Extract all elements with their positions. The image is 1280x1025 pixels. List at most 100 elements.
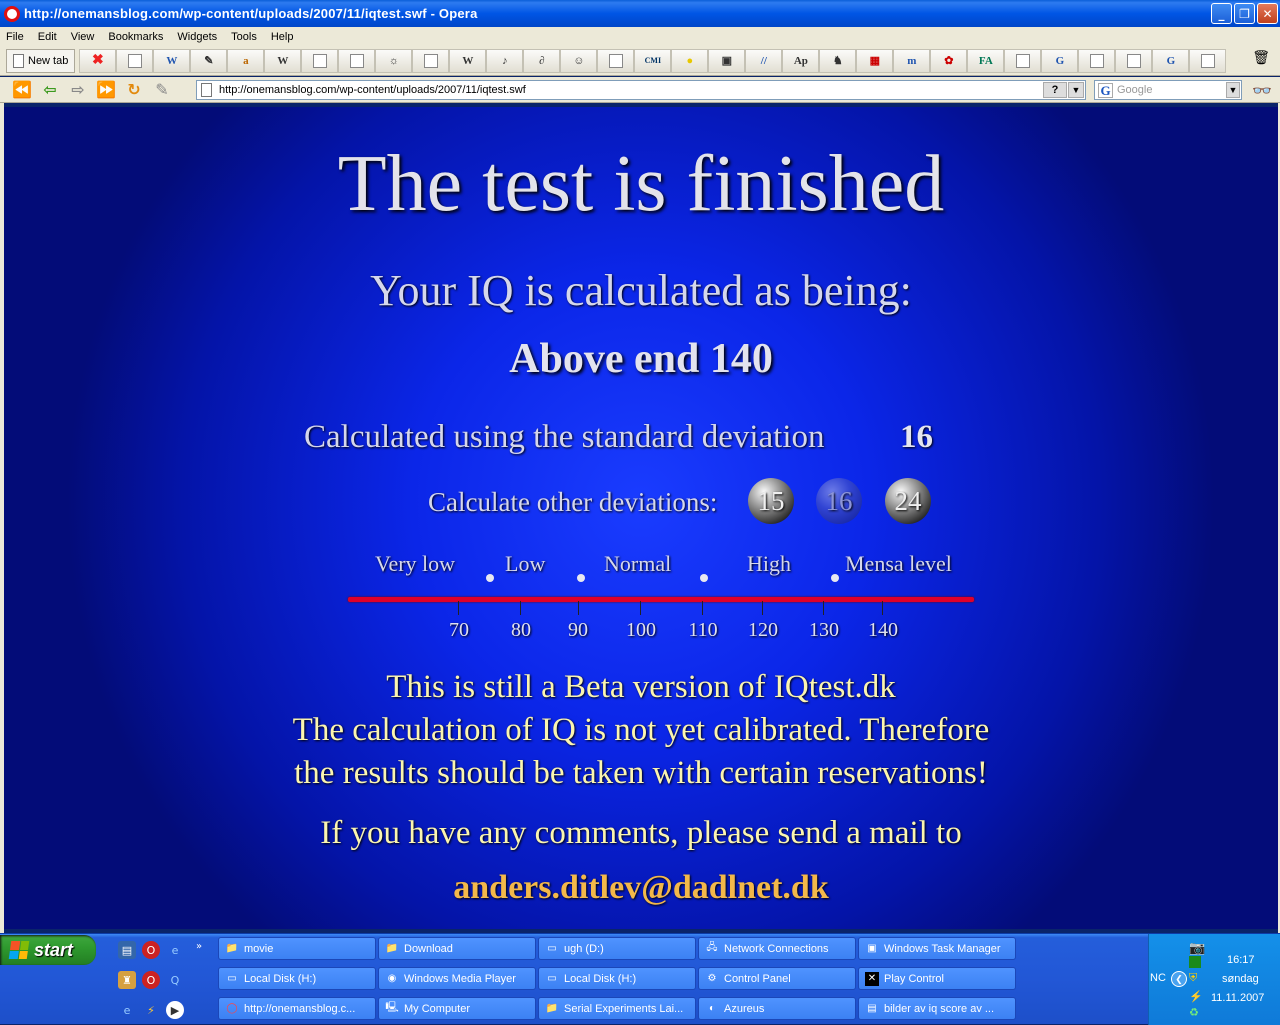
tick-label: 90 <box>568 619 588 641</box>
tray-shield-icon[interactable]: ⛨ <box>1189 972 1197 985</box>
restore-button[interactable]: ❐ <box>1234 3 1255 24</box>
tab[interactable]: ∂ <box>523 48 561 73</box>
menu-bookmarks[interactable]: Bookmarks <box>108 31 163 43</box>
tab[interactable]: ♪ <box>486 48 524 73</box>
title-bar: http://onemansblog.com/wp-content/upload… <box>0 0 1280 27</box>
taskbar-button[interactable]: ▭ Local Disk (H:) <box>538 967 696 990</box>
taskbar-button[interactable]: ▭ Local Disk (H:) <box>218 967 376 990</box>
edit-icon[interactable]: ✎ <box>148 79 176 101</box>
tab[interactable]: ♞ <box>819 48 857 73</box>
reload-icon[interactable]: ↻ <box>120 79 148 101</box>
quicklaunch-ie-icon[interactable]: e <box>118 1001 136 1019</box>
taskbar-button[interactable]: 📁 movie <box>218 937 376 960</box>
quicklaunch-opera-icon[interactable]: O <box>142 971 160 989</box>
tab[interactable]: W <box>153 48 191 73</box>
quicklaunch-app-icon[interactable]: ♜ <box>118 971 136 989</box>
taskbar-button[interactable]: ◐ Azureus <box>698 997 856 1020</box>
tab[interactable]: ▦ <box>856 48 894 73</box>
tab[interactable]: ● <box>671 48 709 73</box>
tab[interactable]: ☼ <box>375 48 413 73</box>
tab[interactable]: CMI <box>634 48 672 73</box>
quicklaunch-ie-icon[interactable]: e <box>166 941 184 959</box>
tab[interactable] <box>597 48 635 73</box>
tray-update-icon[interactable]: ♻ <box>1189 1006 1199 1019</box>
taskbar-button[interactable]: 📁 Serial Experiments Lai... <box>538 997 696 1020</box>
tab[interactable]: // <box>745 48 783 73</box>
rewind-icon[interactable]: ⏪ <box>8 79 36 101</box>
tab[interactable]: ✿ <box>930 48 968 73</box>
task-label: bilder av iq score av ... <box>884 1002 995 1015</box>
tab[interactable] <box>412 48 450 73</box>
quicklaunch-desktop-icon[interactable]: ▤ <box>118 941 136 959</box>
tab[interactable] <box>301 48 339 73</box>
menu-help[interactable]: Help <box>271 31 294 43</box>
menu-tools[interactable]: Tools <box>231 31 257 43</box>
menu-edit[interactable]: Edit <box>38 31 57 43</box>
taskbar-button[interactable]: ⚙ Control Panel <box>698 967 856 990</box>
tab-active[interactable]: ✖ <box>79 48 117 73</box>
tab[interactable] <box>1115 48 1153 73</box>
taskbar-button[interactable]: ✕ Play Control <box>858 967 1016 990</box>
minimize-button[interactable]: _ <box>1211 3 1232 24</box>
tab[interactable] <box>116 48 154 73</box>
tab[interactable]: ☺ <box>560 48 598 73</box>
taskbar-button[interactable]: ◯ http://onemansblog.c... <box>218 997 376 1020</box>
tab[interactable]: G <box>1041 48 1079 73</box>
taskbar-button[interactable]: ▣ Windows Task Manager <box>858 937 1016 960</box>
tab[interactable]: a <box>227 48 265 73</box>
back-icon[interactable]: ⇦ <box>36 79 64 101</box>
forward-icon[interactable]: ⇨ <box>64 79 92 101</box>
search-field[interactable]: G Google ▼ <box>1094 80 1242 100</box>
tray-expand-icon[interactable]: ❮ <box>1171 971 1187 987</box>
tab[interactable] <box>1078 48 1116 73</box>
start-button[interactable]: start <box>0 935 96 965</box>
menu-view[interactable]: View <box>71 31 95 43</box>
quicklaunch-search-icon[interactable]: Q <box>166 971 184 989</box>
tab[interactable]: m <box>893 48 931 73</box>
quicklaunch-media-icon[interactable]: ▶ <box>166 1001 184 1019</box>
tab[interactable]: ✎ <box>190 48 228 73</box>
result-intro: Your IQ is calculated as being: <box>370 266 912 315</box>
trash-icon[interactable]: 🗑 <box>1252 50 1270 66</box>
deviation-15-button[interactable]: 15 <box>748 478 794 524</box>
tab[interactable]: ▣ <box>708 48 746 73</box>
taskbar-button[interactable]: 🖳 My Computer <box>378 997 536 1020</box>
search-dropdown-icon[interactable]: ▼ <box>1226 82 1240 98</box>
taskbar-button[interactable]: 🖧 Network Connections <box>698 937 856 960</box>
tray-camera-icon[interactable]: 📷 <box>1189 940 1205 956</box>
tab[interactable]: G <box>1152 48 1190 73</box>
address-dropdown-icon[interactable]: ▼ <box>1068 82 1084 98</box>
opera-logo-icon <box>4 5 20 22</box>
tab[interactable] <box>1189 48 1227 73</box>
tab[interactable]: FA <box>967 48 1005 73</box>
beta-notice-line3: the results should be taken with certain… <box>294 755 988 791</box>
fast-forward-icon[interactable]: ⏩ <box>92 79 120 101</box>
tray-network-icon[interactable]: ⚡ <box>1189 990 1203 1003</box>
contact-email-link[interactable]: anders.ditlev@dadlnet.dk <box>4 869 1278 907</box>
site-info-button[interactable]: ? <box>1043 82 1067 98</box>
taskbar: start ▤ O e » ♜ O Q e ⚡ ▶ 📁 movie 📁 Downlo… <box>0 933 1280 1025</box>
tab[interactable]: Ap <box>782 48 820 73</box>
quicklaunch-more-icon[interactable]: » <box>190 937 208 955</box>
tab[interactable] <box>338 48 376 73</box>
address-bar[interactable]: http://onemansblog.com/wp-content/upload… <box>196 80 1086 100</box>
new-tab-button[interactable]: New tab <box>6 48 76 73</box>
deviation-24-button[interactable]: 24 <box>885 478 931 524</box>
quicklaunch-app-icon[interactable]: ⚡ <box>142 1001 160 1019</box>
tab[interactable]: W <box>449 48 487 73</box>
deviation-16-button[interactable]: 16 <box>816 478 862 524</box>
tab[interactable]: W <box>264 48 302 73</box>
taskbar-button[interactable]: ▭ ugh (D:) <box>538 937 696 960</box>
tab[interactable] <box>1004 48 1042 73</box>
taskbar-button[interactable]: 📁 Download <box>378 937 536 960</box>
tick-label: 130 <box>809 619 839 641</box>
menu-widgets[interactable]: Widgets <box>177 31 217 43</box>
taskbar-button[interactable]: ◉ Windows Media Player <box>378 967 536 990</box>
menu-file[interactable]: File <box>6 31 24 43</box>
quicklaunch-opera-icon[interactable]: O <box>142 941 160 959</box>
taskbar-button[interactable]: ▤ bilder av iq score av ... <box>858 997 1016 1020</box>
close-tab-icon[interactable]: ✖ <box>92 52 104 69</box>
close-button[interactable]: ✕ <box>1257 3 1278 24</box>
zoom-glasses-icon[interactable]: 👓 <box>1252 81 1272 100</box>
tray-app-icon[interactable] <box>1189 956 1201 968</box>
